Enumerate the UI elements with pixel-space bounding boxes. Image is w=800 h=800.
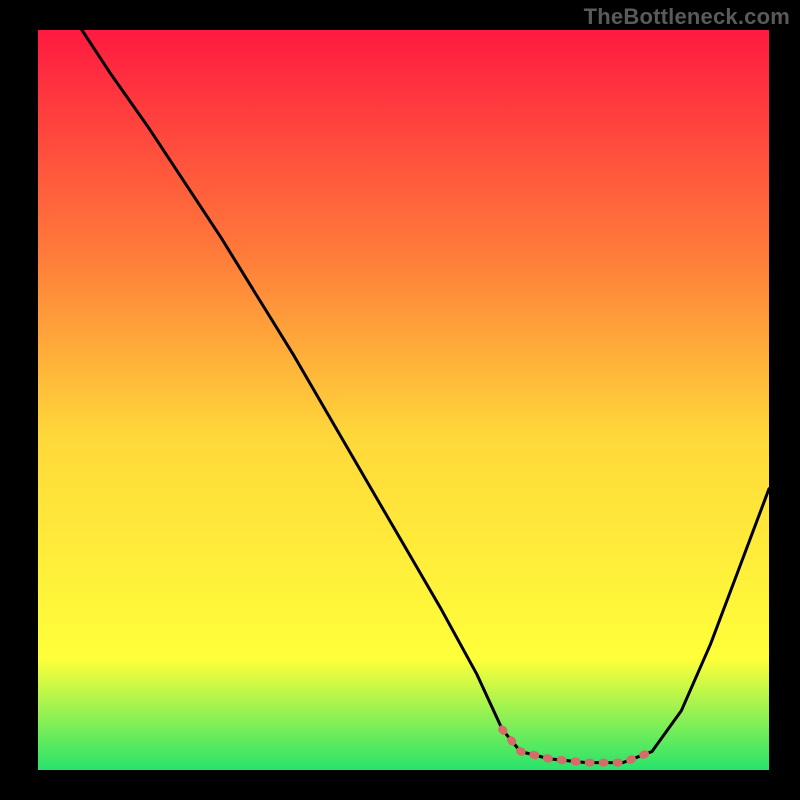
gradient-chart: [0, 0, 800, 800]
chart-frame: { "watermark": "TheBottleneck.com", "col…: [0, 0, 800, 800]
plot-background: [38, 30, 769, 770]
